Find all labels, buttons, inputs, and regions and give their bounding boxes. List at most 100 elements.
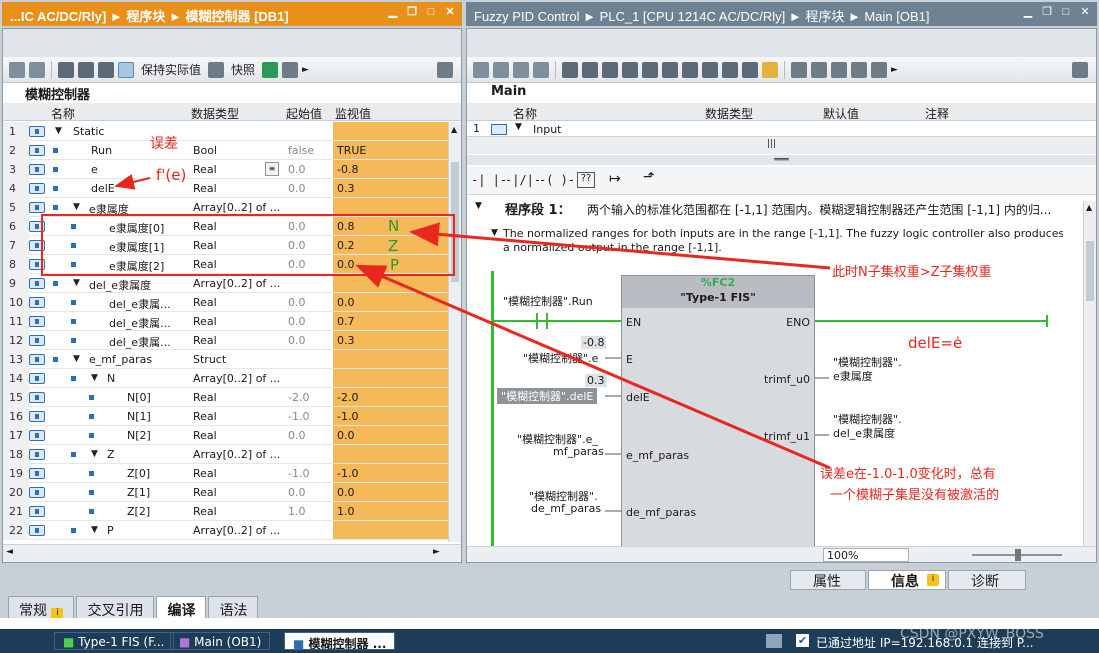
cell-start-value[interactable]: 0.0 <box>288 315 306 328</box>
cell-start-value[interactable]: 0.0 <box>288 239 306 252</box>
collapse-icon[interactable] <box>78 61 94 78</box>
table-row[interactable]: 11 del_e隶属... Real 0.0 0.7 <box>3 312 448 331</box>
table-row[interactable]: 6 e隶属度[0] Real 0.0 0.8 <box>3 217 448 236</box>
cell-start-value[interactable]: 0.0 <box>288 296 306 309</box>
expand-icon[interactable]: ▼ <box>55 126 62 136</box>
cell-name[interactable]: Z[0] <box>127 467 150 480</box>
scroll-thumb[interactable] <box>451 162 459 282</box>
cell-start-value[interactable]: 0.0 <box>288 258 306 271</box>
cell-name[interactable]: N[0] <box>127 391 151 404</box>
cell-name[interactable]: e隶属度 <box>89 201 129 217</box>
scroll-up-icon[interactable]: ▲ <box>1086 203 1092 212</box>
cell-type[interactable]: Real <box>193 315 217 328</box>
input-e[interactable]: "模糊控制器".e <box>523 350 598 366</box>
cell-start-value[interactable]: 0.0 <box>288 429 306 442</box>
cell-type[interactable]: Real <box>193 258 217 271</box>
cell-name[interactable]: del_e隶属... <box>109 315 171 331</box>
input-demf-line2[interactable]: de_mf_paras <box>531 502 601 515</box>
cell-name[interactable]: e隶属度[1] <box>109 239 164 255</box>
insert-row-icon[interactable] <box>9 61 25 78</box>
input-run[interactable]: "模糊控制器".Run <box>503 293 593 309</box>
close-icon[interactable]: ✕ <box>1079 6 1091 18</box>
table-row[interactable]: 12 del_e隶属... Real 0.0 0.3 <box>3 331 448 350</box>
cell-type[interactable]: Array[0..2] of ... <box>193 524 280 537</box>
cell-start-value[interactable]: false <box>288 144 314 157</box>
network-status-icon[interactable] <box>766 634 782 648</box>
cell-type[interactable]: Array[0..2] of ... <box>193 201 280 214</box>
cell-type[interactable]: Struct <box>193 353 226 366</box>
scroll-left-icon[interactable]: ◄ <box>6 547 13 557</box>
output-u0-line2[interactable]: e隶属度 <box>833 368 873 384</box>
table-row[interactable]: 15 N[0] Real -2.0 -2.0 <box>3 388 448 407</box>
cell-type[interactable]: Real <box>193 391 217 404</box>
col-name[interactable]: 名称 <box>51 105 75 122</box>
cell-type[interactable]: Real <box>193 182 217 195</box>
horizontal-scrollbar[interactable]: ◄ ► <box>3 544 461 562</box>
cell-start-value[interactable]: -1.0 <box>288 467 309 480</box>
left-editor-titlebar[interactable]: ...IC AC/DC/Rly] ► 程序块 ► 模糊控制器 [DB1] ▁ ❐… <box>2 2 462 26</box>
cell-name[interactable]: e隶属度[2] <box>109 258 164 274</box>
scroll-thumb[interactable] <box>1086 241 1094 301</box>
cell-type[interactable]: Bool <box>193 144 217 157</box>
cell-name[interactable]: delE <box>91 182 115 195</box>
minimize-icon[interactable]: ▁ <box>387 6 399 18</box>
table-row[interactable]: 1 ▼ Static <box>3 122 448 141</box>
cell-start-value[interactable]: 1.0 <box>288 505 306 518</box>
cell-type[interactable]: Real <box>193 467 217 480</box>
close-icon[interactable]: ✕ <box>444 6 456 18</box>
cell-name[interactable]: P <box>107 524 114 537</box>
table-row[interactable]: 9 ▼ del_e隶属度 Array[0..2] of ... <box>3 274 448 293</box>
cell-name[interactable]: Z[2] <box>127 505 150 518</box>
zoom-slider-thumb[interactable] <box>1015 549 1021 561</box>
properties-tab[interactable]: 属性 <box>790 570 866 590</box>
table-row[interactable]: 14 ▼ N Array[0..2] of ... <box>3 369 448 388</box>
table-row[interactable]: 21 Z[2] Real 1.0 1.0 <box>3 502 448 521</box>
cell-start-value[interactable]: 0.0 <box>288 334 306 347</box>
cell-name[interactable]: del_e隶属... <box>109 296 171 312</box>
cell-start-value[interactable]: 0.0 <box>288 220 306 233</box>
tab-crossref[interactable]: 交叉引用 <box>76 596 155 619</box>
expand-icon[interactable]: ▼ <box>73 202 80 212</box>
col-monitor[interactable]: 监视值 <box>335 105 371 122</box>
snapshot-button[interactable]: 快照 <box>228 61 258 78</box>
expand-icon[interactable]: ▼ <box>91 373 98 383</box>
cell-start-value[interactable]: 0.0 <box>288 182 306 195</box>
expand-icon[interactable]: ▼ <box>91 525 98 535</box>
tab-general[interactable]: 常规 i <box>8 596 75 620</box>
float-icon[interactable]: ❐ <box>406 6 418 18</box>
keep-actual-values-button[interactable]: 保持实际值 <box>138 61 204 78</box>
maximize-icon[interactable]: □ <box>425 6 437 18</box>
cell-name[interactable]: N[1] <box>127 410 151 423</box>
copy-to-start-icon[interactable] <box>262 61 279 78</box>
cell-name[interactable]: e隶属度[0] <box>109 220 164 236</box>
table-row[interactable]: 17 N[2] Real 0.0 0.0 <box>3 426 448 445</box>
cell-type[interactable]: Real <box>193 334 217 347</box>
cell-start-value[interactable]: -1.0 <box>288 410 309 423</box>
table-row[interactable]: 19 Z[0] Real -1.0 -1.0 <box>3 464 448 483</box>
expand-icon[interactable]: ▼ <box>73 354 80 364</box>
col-type[interactable]: 数据类型 <box>191 105 239 122</box>
cell-type[interactable]: Real <box>193 486 217 499</box>
vertical-scrollbar[interactable]: ▲ <box>448 122 461 542</box>
col-start[interactable]: 起始值 <box>286 105 322 122</box>
table-row[interactable]: 10 del_e隶属... Real 0.0 0.0 <box>3 293 448 312</box>
table-row[interactable]: 8 e隶属度[2] Real 0.0 0.0 <box>3 255 448 274</box>
cell-start-value[interactable]: 0.0 <box>288 486 306 499</box>
minimize-icon[interactable]: ▁ <box>1022 6 1034 18</box>
cell-type[interactable]: Real <box>193 220 217 233</box>
table-row[interactable]: 2 Run Bool false TRUE <box>3 141 448 160</box>
cell-name[interactable]: N <box>107 372 115 385</box>
table-row[interactable]: 7 e隶属度[1] Real 0.0 0.2 <box>3 236 448 255</box>
task-fuzzy-db[interactable]: ■ 模糊控制器 ... <box>284 632 396 651</box>
cell-name[interactable]: e_mf_paras <box>89 353 152 366</box>
diagnostics-tab[interactable]: 诊断 <box>948 570 1026 590</box>
cell-type[interactable]: Real <box>193 163 217 176</box>
cell-name[interactable]: del_e隶属度 <box>89 277 151 293</box>
input-dele[interactable]: "模糊控制器".delE <box>497 388 598 404</box>
cell-name[interactable]: N[2] <box>127 429 151 442</box>
cell-type[interactable]: Array[0..2] of ... <box>193 372 280 385</box>
tab-compile[interactable]: 编译 <box>156 596 207 619</box>
right-editor-titlebar[interactable]: Fuzzy PID Control ► PLC_1 [CPU 1214C AC/… <box>466 2 1097 26</box>
output-u1-line2[interactable]: del_e隶属度 <box>833 425 895 441</box>
expand-icon[interactable]: ▼ <box>91 449 98 459</box>
